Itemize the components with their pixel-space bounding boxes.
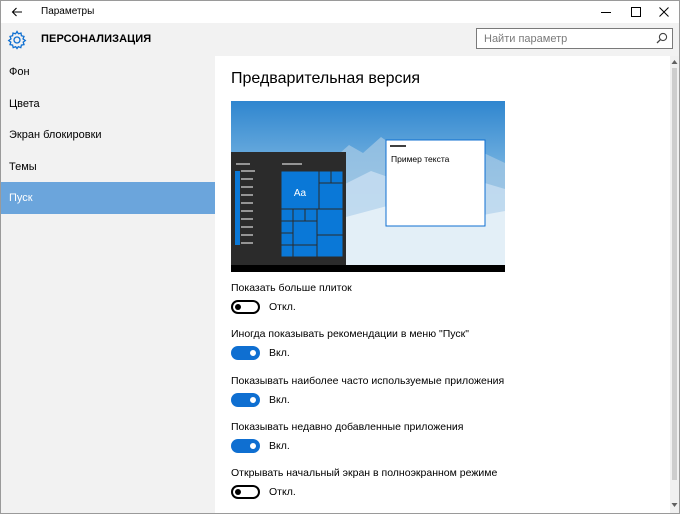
title-bar: Параметры — [1, 1, 679, 23]
search-icon[interactable] — [656, 32, 668, 44]
search-box[interactable] — [476, 28, 673, 49]
content-scrollbar[interactable] — [670, 56, 679, 513]
toggle-recently-added: Показывать недавно добавленные приложени… — [231, 421, 464, 453]
minimize-button[interactable] — [591, 1, 621, 23]
page-header: ПЕРСОНАЛИЗАЦИЯ — [1, 23, 679, 56]
back-arrow-icon — [11, 7, 22, 17]
toggle-suggestions: Иногда показывать рекомендации в меню "П… — [231, 328, 469, 360]
toggle-state: Вкл. — [269, 440, 290, 452]
start-preview-image: Aa Пример текста — [231, 101, 505, 272]
sidebar-item-start[interactable]: Пуск — [1, 182, 215, 214]
minimize-icon — [601, 12, 611, 13]
sidebar: Фон Цвета Экран блокировки Темы Пуск — [1, 56, 215, 513]
switch-knob — [250, 350, 256, 356]
maximize-icon — [631, 7, 641, 17]
scroll-down-icon[interactable] — [671, 501, 678, 509]
window-title: Параметры — [41, 6, 95, 17]
most-used-switch[interactable] — [231, 393, 260, 407]
toggle-most-used: Показывать наиболее часто используемые п… — [231, 375, 505, 407]
gear-icon — [7, 30, 27, 50]
scroll-thumb[interactable] — [672, 68, 677, 480]
back-button[interactable] — [4, 2, 30, 22]
toggle-fullscreen-start: Открывать начальный экран в полноэкранно… — [231, 467, 498, 499]
page-title: Предварительная версия — [231, 70, 421, 87]
toggle-state: Вкл. — [269, 394, 290, 406]
close-button[interactable] — [649, 1, 679, 23]
toggle-more-tiles: Показать больше плиток Откл. — [231, 282, 352, 314]
recently-added-switch[interactable] — [231, 439, 260, 453]
search-input[interactable] — [477, 29, 652, 48]
fullscreen-start-switch[interactable] — [231, 485, 260, 499]
maximize-button[interactable] — [621, 1, 651, 23]
toggle-state: Откл. — [269, 486, 296, 498]
toggle-label: Показать больше плиток — [231, 282, 352, 294]
sample-text: Пример текста — [391, 154, 450, 164]
toggle-label: Показывать наиболее часто используемые п… — [231, 375, 505, 387]
switch-knob — [250, 397, 256, 403]
section-title: ПЕРСОНАЛИЗАЦИЯ — [41, 33, 152, 45]
sidebar-item-lock-screen[interactable]: Экран блокировки — [1, 119, 215, 151]
sidebar-item-themes[interactable]: Темы — [1, 151, 215, 183]
toggle-label: Открывать начальный экран в полноэкранно… — [231, 467, 498, 479]
switch-knob — [235, 489, 241, 495]
main-content: Предварительная версия Aa Пример текста … — [215, 56, 670, 513]
switch-knob — [250, 443, 256, 449]
toggle-label: Показывать недавно добавленные приложени… — [231, 421, 464, 433]
switch-knob — [235, 304, 241, 310]
toggle-state: Откл. — [269, 301, 296, 313]
toggle-label: Иногда показывать рекомендации в меню "П… — [231, 328, 469, 340]
close-icon — [659, 7, 669, 17]
toggle-state: Вкл. — [269, 347, 290, 359]
tile-label: Aa — [294, 188, 307, 199]
more-tiles-switch[interactable] — [231, 300, 260, 314]
suggestions-switch[interactable] — [231, 346, 260, 360]
sidebar-item-colors[interactable]: Цвета — [1, 88, 215, 120]
settings-window: Параметры ПЕРСОНАЛИЗАЦИЯ Фон — [0, 0, 680, 514]
scroll-up-icon[interactable] — [671, 58, 678, 66]
sidebar-item-background[interactable]: Фон — [1, 56, 215, 88]
